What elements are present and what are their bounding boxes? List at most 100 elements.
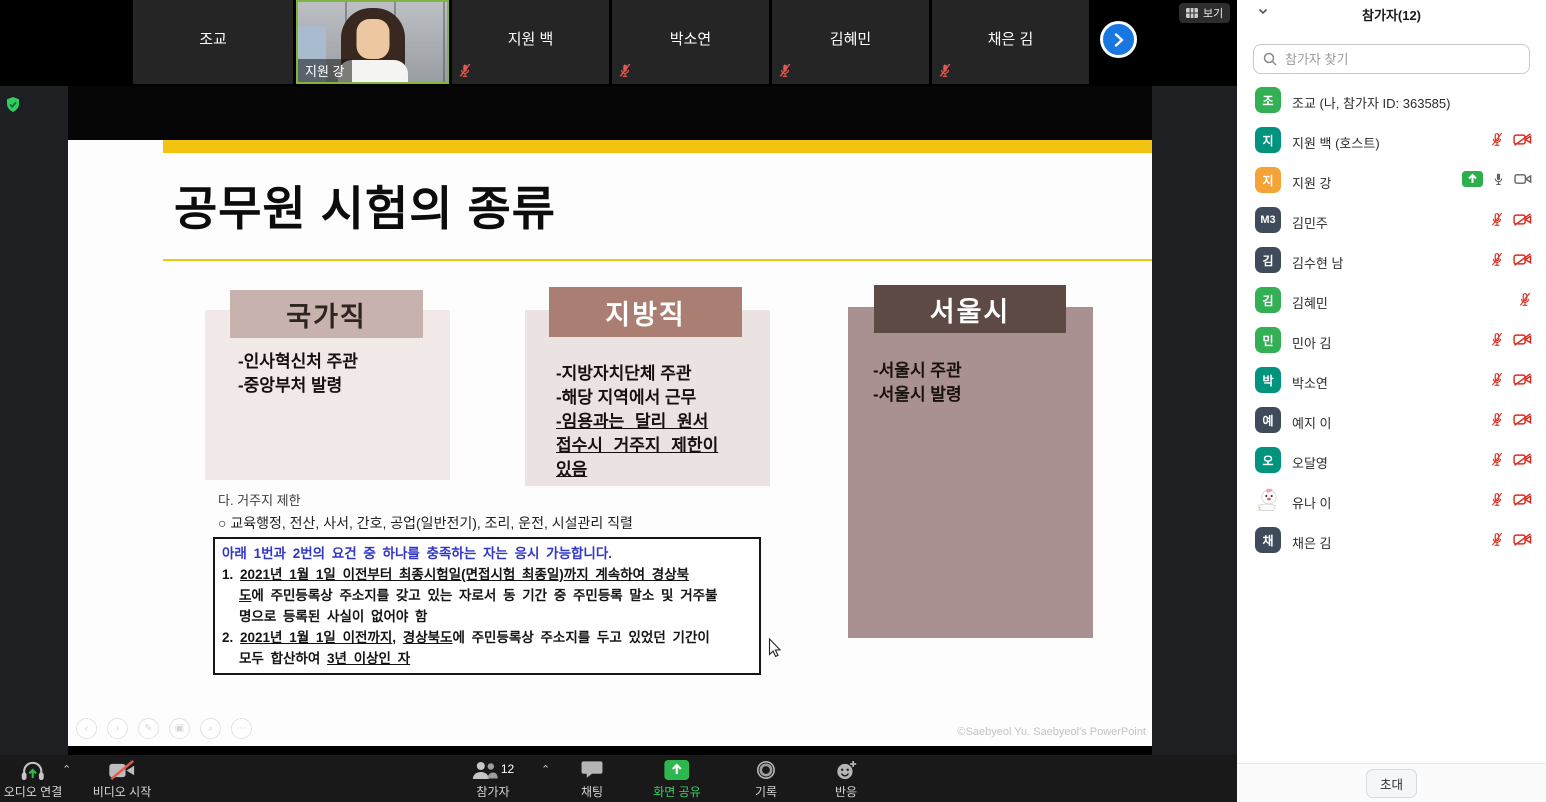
tile-name-label: 채은 김 [932, 28, 1089, 49]
video-tile[interactable]: 지원 강 [296, 0, 449, 84]
participant-name: 예지 이 [1292, 413, 1332, 432]
search-input[interactable] [1283, 51, 1520, 68]
cam-off-icon [1513, 132, 1532, 147]
participant-row[interactable]: 오오달영 [1237, 440, 1546, 480]
mic-off-icon [1518, 291, 1532, 308]
muted-mic-icon [938, 62, 952, 79]
slide-category-header: 지방직 [549, 287, 742, 337]
participant-row[interactable]: 김김수현 남 [1237, 240, 1546, 280]
participant-row[interactable]: 유나 이 [1237, 480, 1546, 520]
video-strip: 보기 조교 지원 강 지원 백박소연김혜민채은 김 [0, 0, 1237, 86]
presenter-next-icon[interactable]: › [107, 718, 128, 739]
participant-row[interactable]: 조 조교 (나, 참가자 ID: 363585) [1237, 80, 1546, 120]
participant-status-icons [1490, 131, 1532, 148]
share-badge-icon [1462, 171, 1483, 187]
cam-off-icon [1513, 372, 1532, 387]
mic-off-icon [1490, 211, 1504, 228]
slide-category-text: -서울시 주관-서울시 발령 [873, 359, 962, 407]
regulation-line: 1. 2021년 1월 1일 이전부터 최종시험일(면접시험 최종일)까지 계속… [222, 564, 752, 585]
participant-avatar: 예 [1255, 407, 1281, 433]
participant-row[interactable]: 김김혜민 [1237, 280, 1546, 320]
participant-name: 조교 (나, 참가자 ID: 363585) [1292, 93, 1450, 112]
participant-tile[interactable]: 지원 백 [452, 0, 609, 84]
presenter-prev-icon[interactable]: ‹ [76, 718, 97, 739]
participant-tile[interactable]: 채은 김 [932, 0, 1089, 84]
participant-tile[interactable]: 박소연 [612, 0, 769, 84]
participant-name: 지원 백 (호스트) [1292, 133, 1380, 152]
audio-options-chevron-icon[interactable]: ⌃ [62, 763, 71, 776]
cam-off-icon [1513, 532, 1532, 547]
participants-panel: 참가자(12) 조조교 (나, 참가자 ID: 363585)지지원 백 (호스… [1237, 0, 1546, 802]
participant-name: 김민주 [1292, 213, 1328, 232]
view-button[interactable]: 보기 [1179, 3, 1230, 23]
participant-name: 유나 이 [1292, 493, 1332, 512]
audio-button[interactable]: 오디오 연결 [4, 760, 63, 800]
slide-title: 공무원 시험의 종류 [174, 170, 556, 239]
share-button[interactable]: 화면 공유 [653, 760, 701, 800]
view-button-label: 보기 [1203, 5, 1223, 21]
participant-name: 채은 김 [1292, 533, 1332, 552]
shared-screen-slide: 공무원 시험의 종류 국가직-인사혁신처 주관-중앙부처 발령지방직-지방자치단… [68, 86, 1152, 746]
presenter-more-icon[interactable]: ⋯ [231, 718, 252, 739]
cam-off-icon [1513, 412, 1532, 427]
participant-name: 김혜민 [1292, 293, 1328, 312]
chat-button[interactable]: 채팅 [581, 760, 604, 800]
participant-row[interactable]: M3김민주 [1237, 200, 1546, 240]
slide-category-header: 국가직 [230, 290, 423, 338]
regulation-line: 명으로 등록된 사실이 없어야 함 [222, 606, 752, 627]
slide-title-rule [163, 259, 1152, 261]
reactions-button[interactable]: 반응 [835, 760, 857, 800]
participant-avatar: 민 [1255, 327, 1281, 353]
participant-row[interactable]: 민 민아 김 [1237, 320, 1546, 360]
participant-count: 12 [501, 762, 514, 776]
shield-check-icon[interactable] [4, 95, 22, 114]
mic-off-icon [1490, 131, 1504, 148]
participant-tile[interactable]: 김혜민 [772, 0, 929, 84]
participant-status-icons [1518, 291, 1532, 308]
mic-off-icon [1490, 451, 1504, 468]
participant-name: 지원 강 [1292, 173, 1332, 192]
chevron-right-icon [1113, 33, 1125, 47]
reactions-icon [835, 760, 857, 780]
participant-row[interactable]: 지 지원 강 [1237, 160, 1546, 200]
participant-avatar-image [1255, 487, 1281, 513]
chat-icon [581, 760, 604, 779]
participant-name: 민아 김 [1292, 333, 1332, 352]
participants-options-chevron-icon[interactable]: ⌃ [541, 763, 550, 776]
participant-avatar: 김 [1255, 247, 1281, 273]
presenter-slides-icon[interactable]: ▣ [169, 718, 190, 739]
presenter-pen-icon[interactable]: ✎ [138, 718, 159, 739]
participant-avatar: 지 [1255, 167, 1281, 193]
slide-note-residence: 다. 거주지 제한 [218, 490, 301, 509]
zoom-meeting-window: 보기 조교 지원 강지원 백박소연김혜민채은 김 공무원 시험의 종류 국가직-… [0, 0, 1546, 802]
participant-row[interactable]: 지지원 백 (호스트) [1237, 120, 1546, 160]
cam-off-icon [1513, 452, 1532, 467]
record-button[interactable]: 기록 [755, 760, 777, 800]
cam-off-icon [1513, 252, 1532, 267]
mic-off-icon [1490, 251, 1504, 268]
record-icon [756, 760, 776, 780]
participant-tile[interactable]: 조교 [133, 0, 293, 84]
meeting-toolbar: 나가기 오디오 연결⌃비디오 시작12참가자⌃채팅화면 공유기록반응 [0, 755, 1237, 802]
slide-category-body [848, 307, 1093, 638]
video-button[interactable]: 비디오 시작 [93, 760, 152, 800]
people-icon [472, 760, 498, 780]
participant-row[interactable]: 박박소연 [1237, 360, 1546, 400]
slide-footer-credit: ©Saebyeol Yu. Saebyeol's PowerPoint [957, 726, 1146, 738]
participant-status-icons [1490, 531, 1532, 548]
participants-button[interactable]: 12참가자 [472, 760, 514, 800]
video-name-label: 지원 강 [298, 59, 352, 82]
next-videos-button[interactable] [1100, 21, 1137, 58]
headset-icon [19, 760, 47, 781]
invite-button[interactable]: 초대 [1366, 769, 1417, 798]
presenter-controls: ‹ › ✎ ▣ ⌕ ⋯ [76, 718, 252, 739]
participant-avatar: 조 [1255, 87, 1281, 113]
participant-name: 오달영 [1292, 453, 1328, 472]
mic-off-icon [1490, 331, 1504, 348]
mouse-cursor [768, 638, 782, 658]
regulation-line: 도에 주민등록상 주소지를 갖고 있는 자로서 동 기간 중 주민등록 말소 및… [222, 585, 752, 606]
participant-row[interactable]: 예 예지 이 [1237, 400, 1546, 440]
participants-panel-footer: 초대 [1237, 763, 1546, 802]
participant-row[interactable]: 채채은 김 [1237, 520, 1546, 560]
presenter-zoom-icon[interactable]: ⌕ [200, 718, 221, 739]
